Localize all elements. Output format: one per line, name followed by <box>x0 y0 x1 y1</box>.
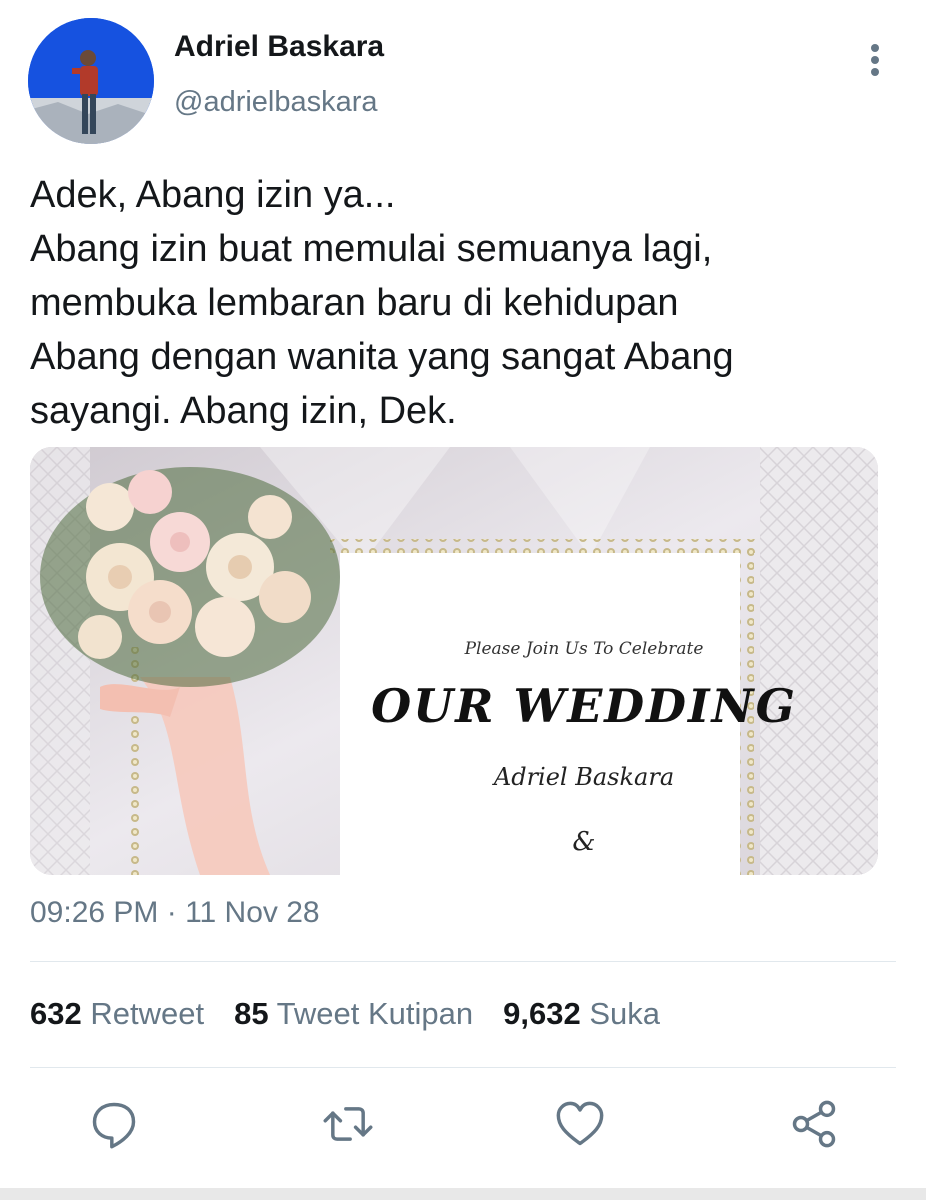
quote-tweet-stat[interactable]: 85 Tweet Kutipan <box>234 996 473 1032</box>
like-label: Suka <box>589 996 660 1031</box>
ampersand: & <box>572 827 596 857</box>
tweet-stats: 632 Retweet 85 Tweet Kutipan 9,632 Suka <box>30 996 690 1032</box>
bottom-edge <box>0 1188 926 1200</box>
quote-label: Tweet Kutipan <box>276 996 474 1031</box>
reply-icon[interactable] <box>88 1098 140 1154</box>
wedding-headline: OUR WEDDING <box>371 679 797 733</box>
tweet-text: Adek, Abang izin ya... Abang izin buat m… <box>30 174 734 432</box>
divider <box>30 1067 896 1068</box>
more-vertical-icon[interactable] <box>860 40 890 80</box>
like-icon[interactable] <box>554 1098 606 1154</box>
invite-line: Please Join Us To Celebrate <box>464 639 704 659</box>
couple-name: Adriel Baskara <box>493 763 675 791</box>
tweet-media-image[interactable]: Please Join Us To Celebrate OUR WEDDING … <box>30 447 878 875</box>
wedding-invitation-graphic <box>30 447 878 875</box>
user-handle[interactable]: @adrielbaskara <box>174 86 378 119</box>
like-count: 9,632 <box>503 996 581 1031</box>
share-icon[interactable] <box>788 1098 840 1154</box>
tweet-timestamp[interactable]: 09:26 PM · 11 Nov 28 <box>30 896 320 930</box>
retweet-stat[interactable]: 632 Retweet <box>30 996 204 1032</box>
tweet-header: Adriel Baskara @adrielbaskara <box>0 0 926 160</box>
retweet-count: 632 <box>30 996 82 1031</box>
tweet-actions <box>0 1098 926 1158</box>
divider <box>30 961 896 962</box>
avatar[interactable] <box>28 18 154 144</box>
retweet-label: Retweet <box>90 996 205 1031</box>
retweet-icon[interactable] <box>322 1098 374 1154</box>
like-stat[interactable]: 9,632 Suka <box>503 996 660 1032</box>
display-name[interactable]: Adriel Baskara <box>174 30 384 64</box>
quote-count: 85 <box>234 996 269 1031</box>
